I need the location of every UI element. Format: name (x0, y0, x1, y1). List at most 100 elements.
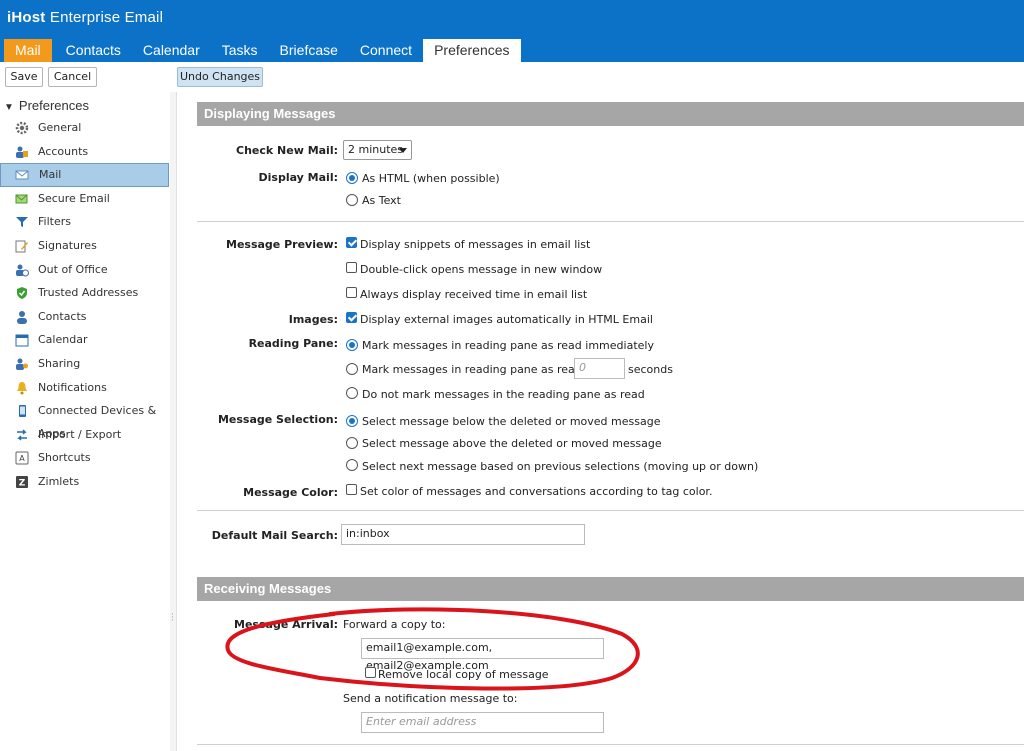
tab-preferences[interactable]: Preferences (423, 39, 521, 62)
preferences-content: Displaying Messages Check New Mail: 2 mi… (178, 92, 1024, 751)
rp-immediately-radio[interactable] (346, 339, 358, 351)
sharing-icon (15, 357, 29, 371)
images-text: Display external images automatically in… (360, 313, 653, 326)
sel-above-text: Select message above the deleted or move… (362, 437, 662, 450)
phone-icon (15, 404, 29, 418)
rp-seconds-text: seconds (628, 363, 673, 376)
pane-splitter[interactable] (170, 92, 177, 751)
rp-after-radio[interactable] (346, 363, 358, 375)
sidebar-item-notifications[interactable]: Notifications (0, 376, 170, 400)
rp-seconds-input[interactable]: 0 (574, 358, 625, 379)
out-of-office-icon (15, 263, 29, 277)
double-click-text: Double-click opens message in new window (360, 263, 603, 276)
signature-pen-icon (15, 239, 29, 253)
bell-icon (15, 381, 29, 395)
preferences-sidebar: ▼ Preferences General Accounts Mail Secur… (0, 92, 171, 751)
zimlet-icon: Z (15, 475, 29, 489)
sidebar-item-contacts[interactable]: Contacts (0, 305, 170, 329)
section-header-receiving: Receiving Messages (197, 577, 1024, 601)
sidebar-item-accounts[interactable]: Accounts (0, 140, 170, 164)
notification-label: Send a notification message to: (343, 692, 518, 705)
tab-connect[interactable]: Connect (349, 39, 423, 62)
sidebar-header[interactable]: ▼ Preferences (4, 98, 89, 113)
sidebar-item-filters[interactable]: Filters (0, 210, 170, 234)
forward-copy-label: Forward a copy to: (343, 618, 446, 631)
tab-tasks[interactable]: Tasks (211, 39, 269, 62)
save-button[interactable]: Save (5, 67, 43, 87)
notification-email-input[interactable]: Enter email address (361, 712, 604, 733)
sidebar-item-signatures[interactable]: Signatures (0, 234, 170, 258)
sel-above-radio[interactable] (346, 437, 358, 449)
as-html-radio[interactable] (346, 172, 358, 184)
sel-next-text: Select next message based on previous se… (362, 460, 759, 473)
as-html-text: As HTML (when possible) (362, 172, 500, 185)
splitter-grip-icon[interactable]: · · · (171, 611, 174, 626)
cancel-button[interactable]: Cancel (48, 67, 97, 87)
sidebar-item-secure-email[interactable]: Secure Email (0, 187, 170, 211)
sidebar-item-shortcuts[interactable]: A Shortcuts (0, 446, 170, 470)
svg-text:Z: Z (19, 478, 26, 488)
sidebar-item-sharing[interactable]: Sharing (0, 352, 170, 376)
sidebar-item-trusted-addresses[interactable]: Trusted Addresses (0, 281, 170, 305)
undo-changes-button[interactable]: Undo Changes (177, 67, 263, 87)
snippets-text: Display snippets of messages in email li… (360, 238, 591, 251)
section-header-displaying: Displaying Messages (197, 102, 1024, 126)
secure-envelope-icon (15, 192, 29, 206)
sidebar-item-zimlets[interactable]: Z Zimlets (0, 470, 170, 494)
display-mail-label: Display Mail: (258, 171, 339, 184)
double-click-checkbox[interactable] (346, 262, 357, 273)
envelope-icon (15, 168, 29, 182)
divider (197, 510, 1024, 511)
message-color-checkbox[interactable] (346, 484, 357, 495)
top-bar: iHost Enterprise Email Mail Contacts Cal… (0, 0, 1024, 62)
reading-pane-label: Reading Pane: (248, 337, 338, 350)
sidebar-item-import-export[interactable]: Import / Export (0, 423, 170, 447)
as-text-radio[interactable] (346, 194, 358, 206)
images-checkbox[interactable] (346, 312, 357, 323)
remove-local-copy-text: Remove local copy of message (378, 668, 549, 681)
check-new-mail-label: Check New Mail: (236, 144, 338, 157)
default-mail-search-label: Default Mail Search: (211, 529, 338, 542)
app-logo: iHost Enterprise Email (7, 9, 164, 26)
collapse-triangle-icon[interactable]: ▼ (4, 102, 14, 113)
message-color-text: Set color of messages and conversations … (360, 485, 713, 498)
sidebar-item-connected-devices[interactable]: Connected Devices & Apps (0, 399, 170, 440)
forward-copy-input[interactable]: email1@example.com, email2@example.com (361, 638, 604, 672)
sel-next-radio[interactable] (346, 459, 358, 471)
toolbar: Save Cancel Undo Changes (0, 62, 1024, 92)
always-time-checkbox[interactable] (346, 287, 357, 298)
images-label: Images: (288, 313, 338, 326)
person-icon (15, 310, 29, 324)
rp-no-mark-text: Do not mark messages in the reading pane… (362, 388, 645, 401)
divider (197, 221, 1024, 222)
gear-icon (15, 121, 29, 135)
sidebar-item-calendar[interactable]: Calendar (0, 328, 170, 352)
divider (197, 744, 1024, 745)
tab-briefcase[interactable]: Briefcase (269, 39, 349, 62)
as-text-text: As Text (362, 194, 401, 207)
sel-below-text: Select message below the deleted or move… (362, 415, 661, 428)
snippets-checkbox[interactable] (346, 237, 357, 248)
sidebar-item-general[interactable]: General (0, 116, 170, 140)
message-preview-label: Message Preview: (226, 238, 338, 251)
import-export-icon (15, 428, 29, 442)
sidebar-item-out-of-office[interactable]: Out of Office (0, 258, 170, 282)
check-new-mail-select[interactable]: 2 minutes (343, 140, 412, 160)
filter-icon (15, 215, 29, 229)
shield-check-icon (15, 286, 29, 300)
always-time-text: Always display received time in email li… (360, 288, 588, 301)
message-arrival-label: Message Arrival: (234, 618, 338, 631)
message-selection-label: Message Selection: (217, 413, 338, 426)
tab-calendar[interactable]: Calendar (132, 39, 211, 62)
chevron-down-icon (399, 148, 407, 153)
sel-below-radio[interactable] (346, 415, 358, 427)
tab-mail[interactable]: Mail (4, 39, 52, 62)
accounts-icon (15, 145, 29, 159)
remove-local-copy-checkbox[interactable] (365, 667, 376, 678)
message-color-label: Message Color: (243, 486, 338, 499)
rp-no-mark-radio[interactable] (346, 387, 358, 399)
app-tabs: Mail Contacts Calendar Tasks Briefcase C… (4, 39, 521, 62)
default-mail-search-input[interactable]: in:inbox (341, 524, 585, 545)
sidebar-item-mail[interactable]: Mail (0, 163, 169, 187)
tab-contacts[interactable]: Contacts (55, 39, 132, 62)
